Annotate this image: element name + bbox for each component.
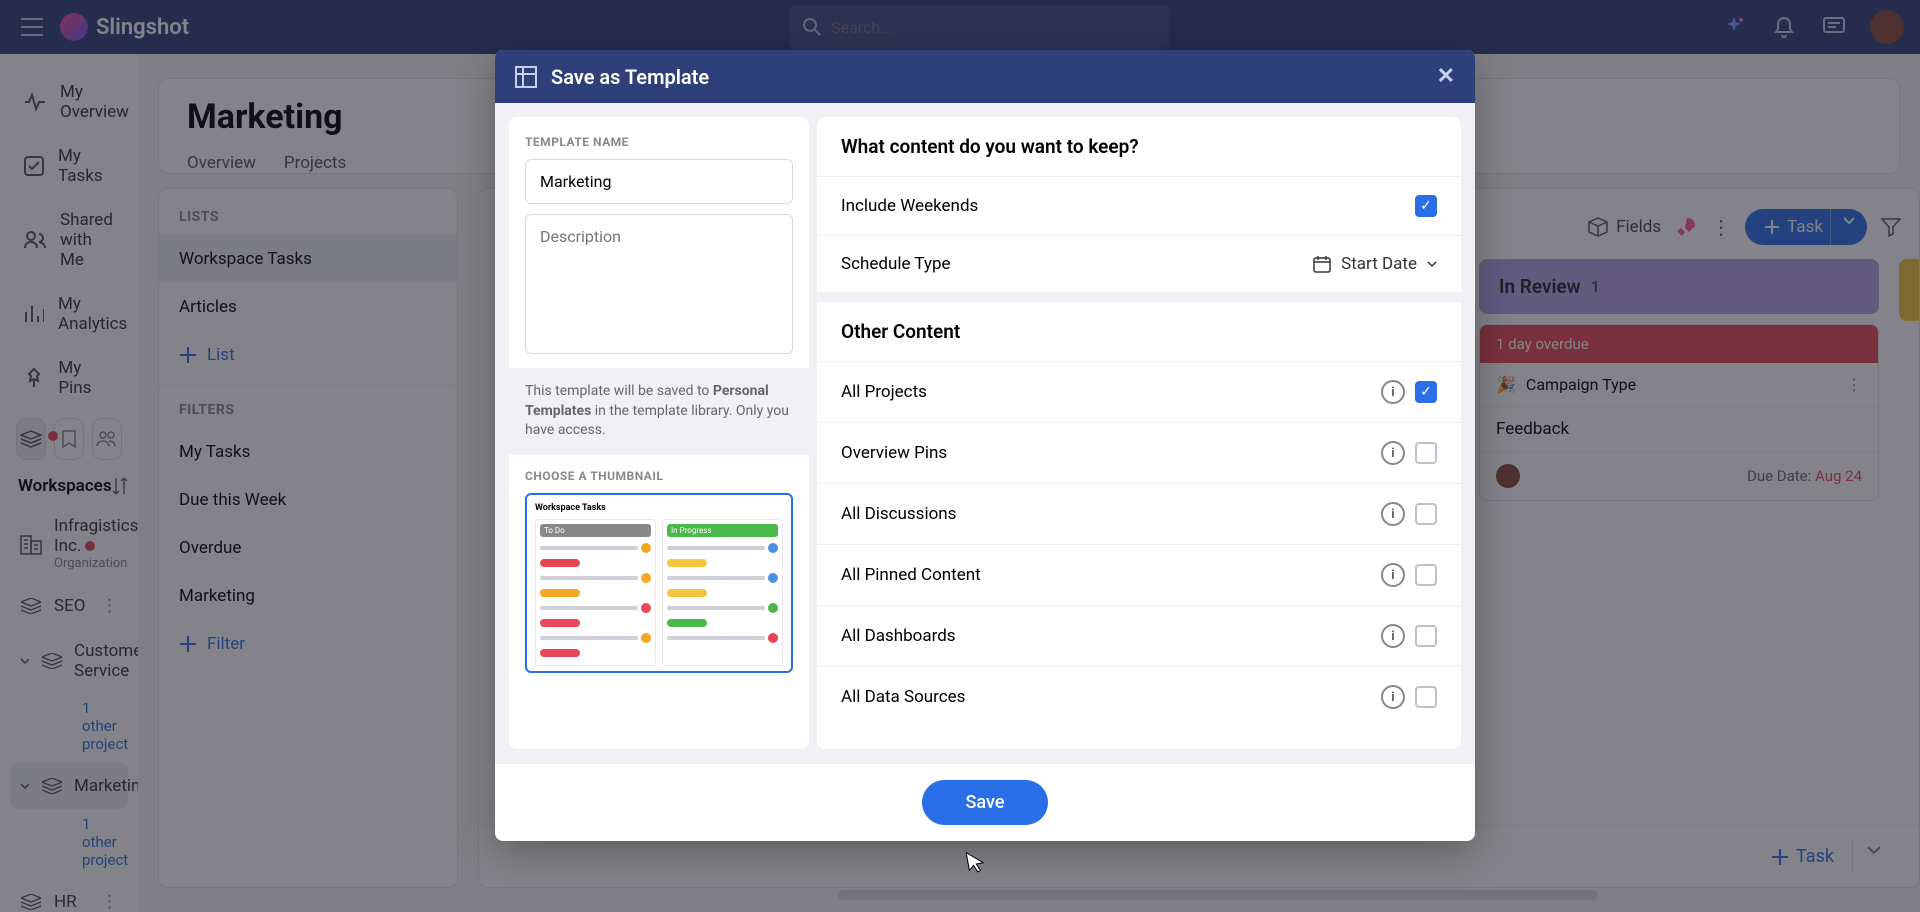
- opt-schedule-type: Schedule Type Start Date: [817, 235, 1461, 292]
- info-icon[interactable]: i: [1381, 441, 1405, 465]
- info-icon[interactable]: i: [1381, 624, 1405, 648]
- save-template-modal: Save as Template ✕ TEMPLATE NAME This te…: [495, 50, 1475, 841]
- opt-all-dashboards: All Dashboards i: [817, 605, 1461, 666]
- opt-all-pinned: All Pinned Content i: [817, 544, 1461, 605]
- template-name-label: TEMPLATE NAME: [525, 135, 793, 149]
- template-name-input[interactable]: [525, 159, 793, 204]
- thumbnail-option[interactable]: Workspace Tasks To Do: [525, 493, 793, 673]
- other-content-header: Other Content: [817, 302, 1461, 361]
- opt-all-discussions: All Discussions i: [817, 483, 1461, 544]
- opt-all-data-sources: All Data Sources i: [817, 666, 1461, 727]
- all-projects-checkbox[interactable]: ✓: [1415, 381, 1437, 403]
- all-dashboards-checkbox[interactable]: [1415, 625, 1437, 647]
- info-icon[interactable]: i: [1381, 380, 1405, 404]
- all-pinned-checkbox[interactable]: [1415, 564, 1437, 586]
- template-icon: [515, 66, 537, 88]
- all-data-checkbox[interactable]: [1415, 686, 1437, 708]
- weekends-checkbox[interactable]: ✓: [1415, 195, 1437, 217]
- thumb-label: CHOOSE A THUMBNAIL: [525, 469, 793, 483]
- overview-pins-checkbox[interactable]: [1415, 442, 1437, 464]
- content-question: What content do you want to keep?: [817, 117, 1461, 176]
- info-icon[interactable]: i: [1381, 502, 1405, 526]
- save-button[interactable]: Save: [922, 780, 1049, 825]
- close-icon[interactable]: ✕: [1437, 64, 1455, 89]
- opt-all-projects: All Projects i✓: [817, 361, 1461, 422]
- chevron-down-icon: [1427, 261, 1437, 268]
- helper-text: This template will be saved to Personal …: [509, 368, 809, 455]
- template-desc-input[interactable]: [525, 214, 793, 354]
- calendar-icon: [1313, 255, 1331, 273]
- opt-include-weekends: Include Weekends ✓: [817, 176, 1461, 235]
- schedule-type-select[interactable]: Start Date: [1313, 254, 1437, 274]
- all-discussions-checkbox[interactable]: [1415, 503, 1437, 525]
- modal-title: Save as Template: [551, 65, 709, 89]
- opt-overview-pins: Overview Pins i: [817, 422, 1461, 483]
- info-icon[interactable]: i: [1381, 563, 1405, 587]
- info-icon[interactable]: i: [1381, 685, 1405, 709]
